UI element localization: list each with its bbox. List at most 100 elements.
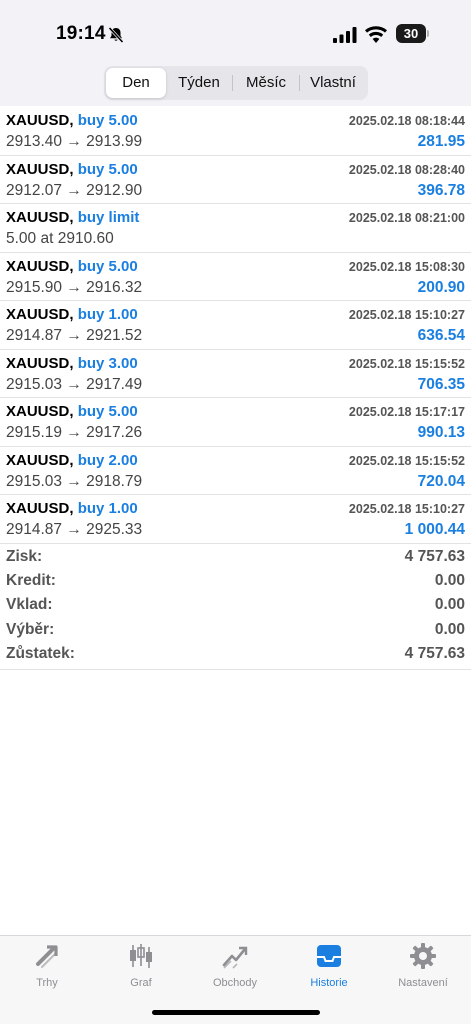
gear-icon — [410, 943, 436, 969]
deal-type: buy 5.00 — [77, 403, 138, 420]
deal-prices: 5.00 at 2910.60 — [6, 230, 114, 247]
deal-symbol: XAUUSD — [6, 112, 70, 129]
deal-symbol-line: XAUUSD, buy limit — [6, 209, 140, 226]
deal-row[interactable]: XAUUSD, buy 1.00 2025.02.18 15:10:27 291… — [0, 301, 471, 350]
deal-symbol-line: XAUUSD, buy 1.00 — [6, 500, 138, 517]
summary-value: 0.00 — [434, 620, 465, 638]
deal-symbol-line: XAUUSD, buy 5.00 — [6, 112, 138, 129]
deal-prices: 2915.90 → 2916.32 — [6, 278, 143, 296]
deal-symbol: XAUUSD — [6, 257, 70, 275]
deal-profit: 636.54 — [417, 327, 465, 344]
summary-value: 4 757.63 — [404, 644, 465, 662]
segment-month[interactable]: Měsíc — [233, 68, 299, 98]
deal-symbol: XAUUSD — [6, 306, 70, 323]
deal-symbol-line: XAUUSD, buy 5.00 — [6, 160, 138, 178]
tab-history[interactable]: Historie — [282, 942, 376, 998]
deal-type: buy 5.00 — [77, 112, 138, 129]
deal-prices: 2913.40 → 2913.99 — [6, 133, 143, 150]
status-bar: 19:14 30 — [0, 0, 471, 66]
deal-time: 2025.02.18 08:21:00 — [348, 211, 465, 225]
deal-time: 2025.02.18 08:28:40 — [348, 162, 465, 177]
deal-type: buy 1.00 — [77, 500, 138, 517]
tab-chart[interactable]: Graf — [94, 942, 188, 998]
segment-day[interactable]: Den — [106, 68, 166, 98]
deal-row[interactable]: XAUUSD, buy 3.00 2025.02.18 15:15:52 291… — [0, 350, 471, 398]
battery-cap — [427, 30, 429, 37]
summary-label: Zisk: — [6, 548, 43, 565]
deal-profit: 706.35 — [417, 375, 465, 393]
deal-row[interactable]: XAUUSD, buy 2.00 2025.02.18 15:15:52 291… — [0, 447, 471, 495]
segment-custom[interactable]: Vlastní — [300, 68, 366, 98]
account-summary: Zisk: 4 757.63 Kredit: 0.00 Vklad: 0.00 … — [0, 544, 471, 670]
tab-label: Historie — [310, 977, 348, 989]
deal-type: buy 5.00 — [77, 257, 138, 275]
home-indicator[interactable] — [152, 1010, 320, 1015]
tab-label: Trhy — [36, 977, 58, 989]
deal-symbol-line: XAUUSD, buy 3.00 — [6, 354, 138, 372]
deal-prices: 2914.87 → 2921.52 — [6, 327, 143, 344]
deal-symbol: XAUUSD — [6, 354, 70, 372]
tab-label: Graf — [130, 977, 152, 989]
candlestick-icon — [130, 944, 152, 968]
deal-row[interactable]: XAUUSD, buy 1.00 2025.02.18 15:10:27 291… — [0, 495, 471, 544]
summary-value: 0.00 — [434, 572, 465, 590]
deal-row[interactable]: XAUUSD, buy 5.00 2025.02.18 08:28:40 291… — [0, 156, 471, 204]
deal-row[interactable]: XAUUSD, buy limit 2025.02.18 08:21:00 5.… — [0, 204, 471, 253]
tab-trades[interactable]: Obchody — [188, 942, 282, 998]
deal-symbol: XAUUSD — [6, 209, 70, 226]
period-segmented-control: Den Týden Měsíc Vlastní — [104, 66, 368, 100]
deal-symbol: XAUUSD — [6, 403, 70, 420]
battery-indicator: 30 — [396, 24, 426, 43]
deal-prices: 2915.03 → 2917.49 — [6, 375, 143, 393]
period-header: Den Týden Měsíc Vlastní — [0, 66, 471, 106]
deal-type: buy 5.00 — [77, 160, 138, 178]
deal-prices: 2915.03 → 2918.79 — [6, 472, 143, 490]
deal-prices: 2914.87 → 2925.33 — [6, 521, 143, 538]
deal-row[interactable]: XAUUSD, buy 5.00 2025.02.18 15:17:17 291… — [0, 398, 471, 447]
summary-value: 0.00 — [434, 596, 465, 614]
deal-type: buy 3.00 — [77, 354, 138, 372]
deal-prices: 2915.19 → 2917.26 — [6, 424, 143, 441]
deal-symbol-line: XAUUSD, buy 5.00 — [6, 403, 138, 420]
summary-row-credit: Kredit: 0.00 — [0, 568, 471, 592]
deal-time: 2025.02.18 15:10:27 — [348, 502, 465, 516]
deal-symbol-line: XAUUSD, buy 2.00 — [6, 451, 138, 469]
deal-symbol: XAUUSD — [6, 500, 70, 517]
deal-profit: 200.90 — [417, 278, 465, 296]
deal-symbol: XAUUSD — [6, 160, 70, 178]
cellular-signal-icon — [333, 27, 357, 43]
deal-symbol: XAUUSD — [6, 451, 70, 469]
summary-label: Výběr: — [6, 620, 55, 638]
deal-row[interactable]: XAUUSD, buy 5.00 2025.02.18 08:18:44 291… — [0, 107, 471, 156]
deal-symbol-line: XAUUSD, buy 1.00 — [6, 306, 138, 323]
deal-row[interactable]: XAUUSD, buy 5.00 2025.02.18 15:08:30 291… — [0, 253, 471, 301]
segment-week[interactable]: Týden — [166, 68, 232, 98]
deal-time: 2025.02.18 08:18:44 — [348, 114, 465, 128]
deal-time: 2025.02.18 15:08:30 — [348, 259, 465, 274]
summary-label: Kredit: — [6, 572, 56, 590]
deal-prices: 2912.07 → 2912.90 — [6, 181, 143, 199]
tab-settings[interactable]: Nastavení — [376, 942, 470, 998]
tab-label: Nastavení — [398, 977, 448, 989]
summary-row-profit: Zisk: 4 757.63 — [0, 544, 471, 568]
summary-row-deposit: Vklad: 0.00 — [0, 592, 471, 616]
deal-profit: 281.95 — [417, 133, 465, 150]
deals-list: XAUUSD, buy 5.00 2025.02.18 08:18:44 291… — [0, 107, 471, 544]
summary-value: 4 757.63 — [404, 548, 465, 565]
summary-row-balance: Zůstatek: 4 757.63 — [0, 641, 471, 665]
deal-time: 2025.02.18 15:17:17 — [348, 405, 465, 419]
bell-slash-icon — [108, 26, 124, 44]
deal-time: 2025.02.18 15:15:52 — [348, 453, 465, 468]
inbox-tray-icon — [317, 945, 341, 967]
quotes-arrows-icon — [36, 945, 58, 968]
deal-type: buy 2.00 — [77, 451, 138, 469]
deal-type: buy limit — [77, 209, 140, 226]
summary-label: Zůstatek: — [6, 644, 75, 662]
summary-row-withdrawal: Výběr: 0.00 — [0, 617, 471, 641]
wifi-icon — [365, 26, 387, 43]
deal-time: 2025.02.18 15:10:27 — [348, 308, 465, 322]
tab-quotes[interactable]: Trhy — [0, 942, 94, 998]
tab-label: Obchody — [212, 977, 258, 989]
deal-type: buy 1.00 — [77, 306, 138, 323]
deal-profit: 1 000.44 — [404, 521, 465, 538]
